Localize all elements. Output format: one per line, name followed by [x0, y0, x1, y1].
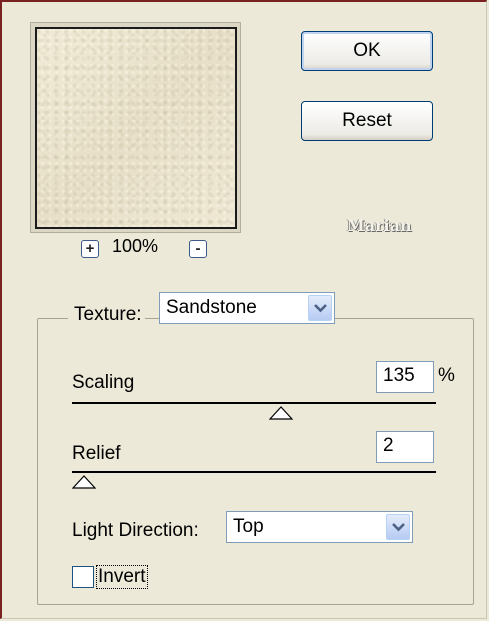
relief-slider-track[interactable]: [72, 471, 436, 473]
texture-preview[interactable]: [35, 27, 237, 229]
relief-label: Relief: [72, 443, 121, 464]
scaling-label: Scaling: [72, 372, 135, 393]
chevron-down-icon[interactable]: [386, 514, 410, 540]
zoom-in-icon: +: [85, 240, 95, 257]
light-direction-select[interactable]: Top: [226, 511, 413, 543]
relief-input[interactable]: 2: [376, 431, 434, 463]
zoom-level: 100%: [112, 236, 159, 256]
zoom-out-icon: -: [195, 240, 201, 257]
scaling-unit: %: [438, 365, 455, 386]
invert-checkbox[interactable]: [72, 566, 94, 588]
scaling-slider-track[interactable]: [72, 402, 436, 404]
light-direction-label: Light Direction:: [72, 520, 199, 541]
light-direction-value: Top: [233, 516, 264, 537]
chevron-down-icon[interactable]: [308, 295, 332, 321]
reset-button[interactable]: Reset: [301, 101, 433, 141]
texture-select-value: Sandstone: [166, 297, 257, 318]
watermark-logo: Marian: [347, 216, 412, 235]
scaling-input[interactable]: 135: [376, 361, 434, 393]
scaling-slider-thumb[interactable]: [269, 406, 294, 420]
texture-select[interactable]: Sandstone: [159, 292, 335, 324]
ok-button[interactable]: OK: [301, 31, 433, 71]
relief-slider-thumb[interactable]: [72, 475, 96, 489]
invert-label[interactable]: Invert: [96, 565, 148, 589]
zoom-in-button[interactable]: +: [81, 240, 99, 258]
texture-label: Texture:: [68, 304, 145, 326]
zoom-out-button[interactable]: -: [189, 240, 207, 258]
